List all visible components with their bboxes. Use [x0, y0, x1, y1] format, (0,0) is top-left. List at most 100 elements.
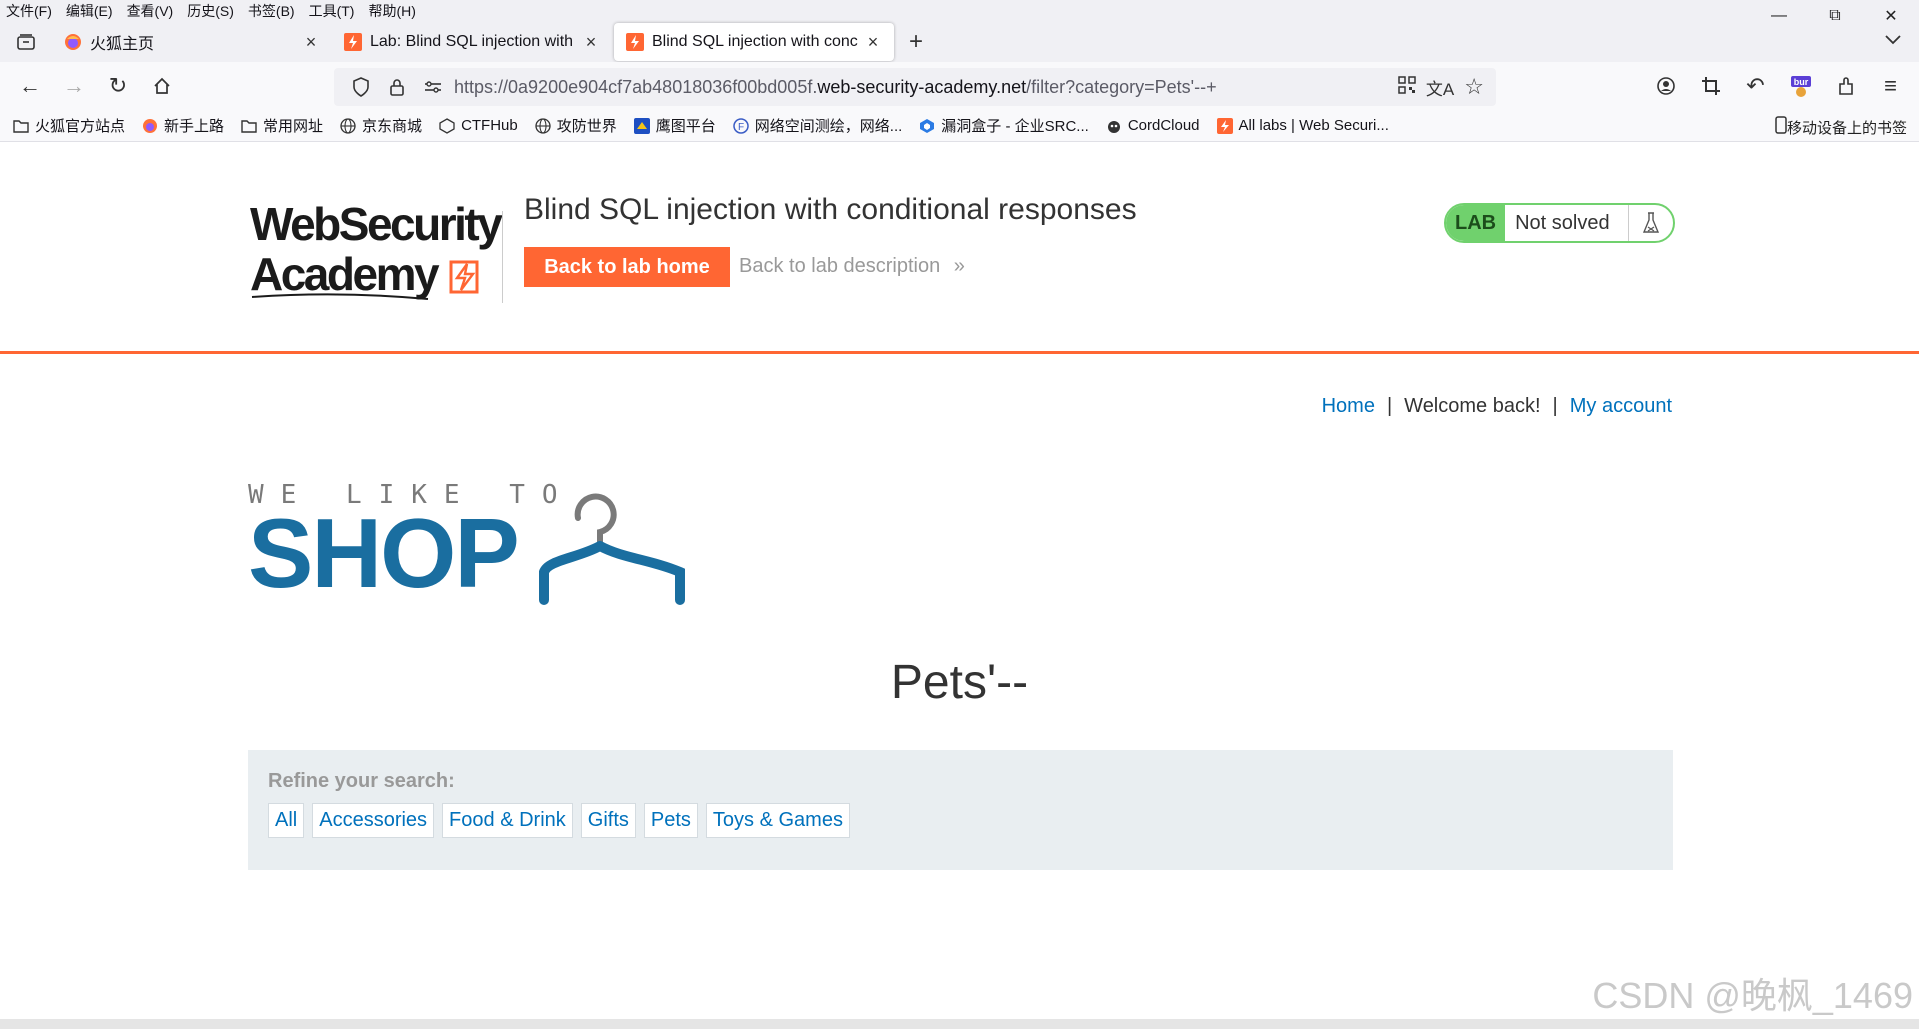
academy-bolt-icon [449, 260, 479, 294]
mobile-device-icon [1775, 116, 1787, 138]
web-security-academy-logo[interactable]: WebSecurity Academy [250, 199, 503, 303]
folder-icon [240, 117, 258, 135]
menu-help[interactable]: 帮助(H) [368, 1, 415, 21]
home-link[interactable]: Home [1322, 395, 1375, 418]
translate-icon[interactable]: 文A [1426, 75, 1454, 100]
lab-title: Blind SQL injection with conditional res… [524, 193, 1137, 226]
undo-icon[interactable]: ↶ [1733, 66, 1778, 106]
new-tab-icon[interactable]: + [896, 28, 936, 56]
bookmark-label: 漏洞盒子 - 企业SRC... [941, 118, 1089, 135]
bookmark-item[interactable]: All labs | Web Securi... [1216, 117, 1389, 135]
back-icon[interactable]: ← [8, 66, 52, 106]
portswigger-icon [626, 33, 644, 51]
lab-header: WebSecurity Academy Blind SQL injection … [0, 175, 1919, 354]
burp-extension-icon[interactable]: bur [1778, 66, 1823, 106]
bookmark-item[interactable]: CordCloud [1105, 117, 1200, 135]
tab-title: 火狐主页 [90, 36, 155, 53]
nav-separator: | [1552, 395, 1558, 417]
bookmark-label: 鹰图平台 [655, 118, 716, 135]
firefox-icon [64, 33, 82, 51]
tab-title: Blind SQL injection with conc [652, 33, 858, 50]
bookmark-item[interactable]: 鹰图平台 [633, 115, 716, 136]
tab-lab[interactable]: Lab: Blind SQL injection with × [332, 23, 612, 61]
lab-status-text: Not solved [1505, 205, 1629, 241]
tab-active[interactable]: Blind SQL injection with conc × [614, 23, 894, 61]
menu-bookmarks[interactable]: 书签(B) [248, 1, 295, 21]
tab-title: Lab: Blind SQL injection with [370, 33, 574, 50]
bookmark-label: 常用网址 [263, 118, 324, 135]
close-tab-icon[interactable]: × [302, 32, 320, 53]
bookmark-label: 新手上路 [164, 118, 225, 135]
filter-panel: Refine your search: All Accessories Food… [248, 750, 1673, 870]
menu-view[interactable]: 查看(V) [127, 1, 174, 21]
filter-link-all[interactable]: All [268, 803, 305, 838]
toolbar-right: ↶ bur ≡ [1643, 66, 1913, 106]
reload-icon[interactable]: ↻ [96, 66, 140, 106]
shield-icon[interactable] [346, 77, 376, 97]
permissions-icon[interactable] [418, 79, 448, 95]
watermark: CSDN @晚枫_1469 [1592, 975, 1913, 1016]
back-to-lab-home-button[interactable]: Back to lab home [524, 247, 730, 287]
bookmark-label: All labs | Web Securi... [1238, 117, 1389, 134]
bookmark-item[interactable]: CTFHub [438, 117, 518, 135]
url-text[interactable]: https://0a9200e904cf7ab48018036f00bd005f… [454, 77, 1217, 98]
extensions-icon[interactable] [1823, 66, 1868, 106]
menu-file[interactable]: 文件(F) [6, 1, 52, 21]
close-tab-icon[interactable]: × [864, 32, 882, 53]
ctfhub-icon [438, 117, 456, 135]
url-bar[interactable]: https://0a9200e904cf7ab48018036f00bd005f… [334, 68, 1496, 106]
shop-logo: WE LIKE TO SHOP [248, 480, 688, 610]
bookmark-item[interactable]: 常用网址 [240, 115, 323, 136]
bookmark-label: 京东商城 [362, 118, 423, 135]
filter-link-food-drink[interactable]: Food & Drink [442, 803, 573, 838]
forward-icon[interactable]: → [52, 66, 96, 106]
svg-text:bur: bur [1793, 77, 1808, 87]
hanger-icon [539, 493, 685, 605]
bookmark-label: 火狐官方站点 [35, 118, 126, 135]
bookmark-item[interactable]: 火狐官方站点 [12, 115, 125, 136]
web-page: WebSecurity Academy Blind SQL injection … [0, 175, 1919, 1029]
double-chevron-right-icon: » [953, 255, 965, 277]
svg-text:F: F [738, 122, 744, 133]
nav-bar: ← → ↻ https://0a9200e904cf7ab48018036f00… [0, 62, 1919, 110]
tab-list-icon[interactable] [0, 22, 52, 62]
url-host: web-security-academy.net [817, 76, 1027, 97]
my-account-link[interactable]: My account [1570, 395, 1672, 418]
bookmark-item[interactable]: 新手上路 [141, 115, 224, 136]
globe-icon [339, 117, 357, 135]
cordcloud-icon [1105, 117, 1123, 135]
filter-link-toys-games[interactable]: Toys & Games [705, 803, 850, 838]
filter-link-accessories[interactable]: Accessories [312, 803, 435, 838]
lab-status-badge: LAB Not solved [1444, 203, 1675, 243]
fofa-icon: F [732, 117, 750, 135]
filter-link-pets[interactable]: Pets [643, 803, 698, 838]
url-prefix: https://0a9200e904cf7ab48018036f00bd005f… [454, 76, 818, 97]
lock-icon[interactable] [382, 77, 412, 97]
menu-history[interactable]: 历史(S) [187, 1, 234, 21]
account-icon[interactable] [1643, 66, 1688, 106]
tab-bar: 火狐主页 × Lab: Blind SQL injection with × B… [0, 22, 1919, 62]
close-tab-icon[interactable]: × [582, 32, 600, 53]
filter-link-gifts[interactable]: Gifts [580, 803, 636, 838]
bookmark-item[interactable]: 京东商城 [339, 115, 422, 136]
home-icon[interactable] [140, 66, 184, 106]
chevron-down-icon[interactable] [1885, 32, 1901, 50]
qr-code-icon[interactable] [1398, 75, 1416, 99]
crop-icon[interactable] [1688, 66, 1733, 106]
bookmark-label: 攻防世界 [556, 118, 617, 135]
flask-icon [1629, 211, 1673, 235]
filter-label: Refine your search: [268, 770, 455, 792]
back-to-lab-description-link[interactable]: Back to lab description » [739, 255, 965, 278]
bookmark-item[interactable]: 攻防世界 [534, 115, 617, 136]
mobile-bookmarks[interactable]: 移动设备上的书签 [1775, 116, 1907, 138]
star-icon[interactable]: ☆ [1464, 74, 1484, 100]
bookmark-item[interactable]: 漏洞盒子 - 企业SRC... [918, 115, 1089, 136]
bookmark-item[interactable]: F 网络空间测绘，网络... [732, 115, 902, 136]
menu-tools[interactable]: 工具(T) [309, 1, 355, 21]
menu-icon[interactable]: ≡ [1868, 66, 1913, 106]
portswigger-icon [344, 33, 362, 51]
welcome-text: Welcome back! [1404, 395, 1541, 417]
menu-edit[interactable]: 编辑(E) [66, 1, 113, 21]
tab-firefox-home[interactable]: 火狐主页 × [52, 23, 332, 61]
bookmarks-bar: 火狐官方站点 新手上路 常用网址 京东商城 CTFHub 攻防世界 鹰图平台 F [0, 110, 1919, 142]
